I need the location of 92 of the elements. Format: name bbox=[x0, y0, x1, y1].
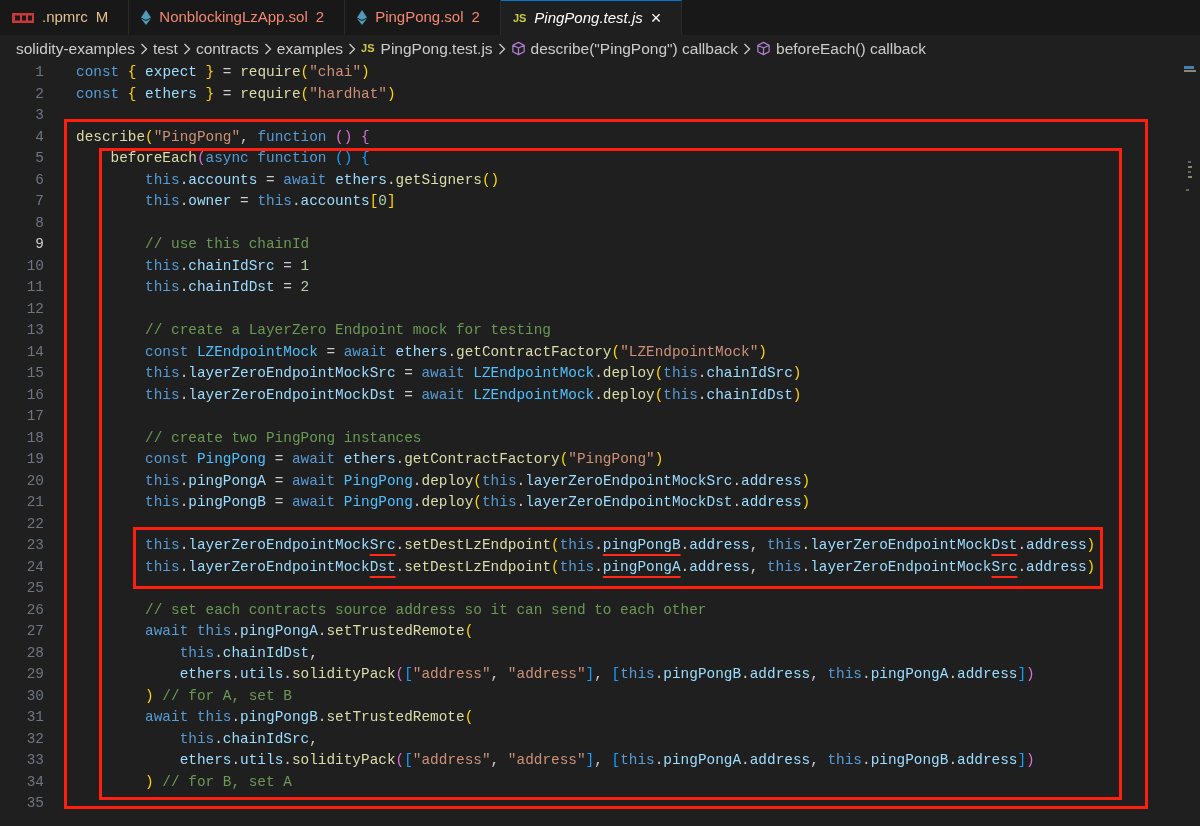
code-line: await this.pingPongA.setTrustedRemote( bbox=[144, 622, 474, 641]
line-number: 23 bbox=[25, 536, 44, 555]
line-number: 4 bbox=[34, 127, 44, 147]
code-line: // create two PingPong instances bbox=[144, 428, 422, 448]
code-line: const LZEndpointMock = await ethers.getContractFactory("LZEndpointMock") bbox=[144, 342, 767, 362]
chevron-right-icon bbox=[497, 42, 506, 55]
tab-label: NonblockingLzApp.sol bbox=[159, 7, 308, 28]
line-number: 28 bbox=[25, 643, 44, 663]
breadcrumb-item[interactable]: describe("PingPong") callback bbox=[530, 36, 739, 61]
line-number: 22 bbox=[25, 514, 44, 534]
line-number: 20 bbox=[25, 471, 44, 491]
line-number: 29 bbox=[25, 665, 44, 684]
line-number: 35 bbox=[25, 794, 44, 813]
tab-label: .npmrc bbox=[42, 7, 88, 28]
line-number: 13 bbox=[25, 321, 44, 340]
line-number: 33 bbox=[25, 751, 44, 770]
code-line: // set each contracts source address so it can send to each other bbox=[144, 600, 707, 620]
code-line: // create a LayerZero Endpoint mock for testing bbox=[144, 321, 551, 340]
code-line: this.accounts = await ethers.getSigners() bbox=[144, 170, 500, 190]
cube-icon bbox=[510, 41, 526, 56]
code-line: const PingPong = await ethers.getContractFactory("PingPong") bbox=[144, 450, 664, 469]
code-line: const { expect } = require("chai") bbox=[76, 63, 370, 82]
line-number: 17 bbox=[25, 407, 44, 426]
js-file-icon: JS bbox=[512, 9, 527, 27]
line-number: 10 bbox=[25, 256, 44, 276]
line-number: 12 bbox=[25, 299, 44, 319]
tab-label: PingPong.test.js bbox=[534, 7, 643, 28]
line-number: 16 bbox=[25, 385, 44, 405]
line-number: 6 bbox=[34, 170, 44, 190]
breadcrumb-item[interactable]: solidity-examples bbox=[16, 36, 135, 61]
line-number: 21 bbox=[25, 493, 44, 512]
line-number: 27 bbox=[25, 622, 44, 641]
code-line: this.layerZeroEndpointMockDst = await LZEndpointMock.deploy(this.chainIdDst) bbox=[144, 385, 802, 405]
code-line: this.layerZeroEndpointMockDst.setDestLzEndpoint(this.pingPongA.address, this.layerZeroEndpointMockSrc.address) bbox=[144, 557, 1096, 577]
code-line: const { ethers } = require("hardhat") bbox=[76, 84, 396, 104]
line-number: 24 bbox=[25, 557, 44, 577]
editor-tab[interactable]: JS PingPong.test.js × bbox=[500, 0, 683, 35]
code-line: this.owner = this.accounts[0] bbox=[144, 192, 396, 211]
code-line: this.chainIdSrc, bbox=[178, 729, 318, 749]
code-line: ethers.utils.solidityPack(["address", "address"], [this.pingPongA.address, this.pingPongB.address]) bbox=[178, 751, 1035, 770]
close-icon[interactable]: × bbox=[650, 9, 662, 27]
line-number: 26 bbox=[25, 600, 44, 620]
code-line: this.pingPongA = await PingPong.deploy(this.layerZeroEndpointMockSrc.address) bbox=[144, 471, 811, 491]
line-number: 3 bbox=[34, 106, 44, 125]
code-line: ) // for A, set B bbox=[144, 686, 292, 706]
line-number: 18 bbox=[25, 428, 44, 448]
chevron-right-icon bbox=[263, 42, 272, 55]
line-number: 25 bbox=[25, 579, 44, 598]
chevron-right-icon bbox=[743, 42, 752, 55]
breadcrumb-item[interactable]: PingPong.test.js bbox=[380, 36, 493, 61]
breadcrumb-item[interactable]: examples bbox=[276, 36, 344, 61]
diamond-icon bbox=[141, 10, 152, 25]
line-number: 11 bbox=[25, 278, 44, 297]
line-number: 32 bbox=[25, 729, 44, 749]
tab-status-text: M bbox=[95, 7, 109, 28]
code-line: beforeEach(async function () { bbox=[109, 149, 370, 168]
line-number: 2 bbox=[34, 84, 44, 104]
code-line: this.layerZeroEndpointMockSrc.setDestLzEndpoint(this.pingPongB.address, this.layerZeroEndpointMockDst.address) bbox=[144, 536, 1096, 555]
line-number: 30 bbox=[25, 686, 44, 706]
tab-label: PingPong.sol bbox=[375, 7, 464, 28]
code-line: this.pingPongB = await PingPong.deploy(this.layerZeroEndpointMockDst.address) bbox=[144, 493, 811, 512]
chevron-right-icon bbox=[182, 42, 191, 55]
line-number: 5 bbox=[34, 149, 44, 168]
code-line: ) // for B, set A bbox=[144, 772, 292, 792]
line-number: 14 bbox=[25, 342, 44, 362]
chevron-right-icon bbox=[348, 42, 357, 55]
cube-icon bbox=[756, 41, 772, 56]
line-number: 9 bbox=[34, 235, 44, 254]
package-icon bbox=[12, 12, 34, 23]
breadcrumb-item[interactable]: test bbox=[152, 36, 178, 61]
line-number: 8 bbox=[34, 213, 44, 233]
diamond-icon bbox=[357, 10, 368, 25]
tab-status-text: 2 bbox=[471, 7, 480, 28]
line-number: 1 bbox=[34, 63, 44, 82]
code-line: describe("PingPong", function () { bbox=[76, 127, 370, 147]
breadcrumb-item[interactable]: contracts bbox=[195, 36, 259, 61]
code-line: this.chainIdSrc = 1 bbox=[144, 256, 310, 276]
code-line: this.layerZeroEndpointMockSrc = await LZEndpointMock.deploy(this.chainIdSrc) bbox=[144, 364, 802, 383]
code-line: this.chainIdDst, bbox=[178, 643, 318, 663]
js-file-icon: JS bbox=[361, 40, 375, 57]
code-line: await this.pingPongB.setTrustedRemote( bbox=[144, 708, 474, 727]
line-number: 7 bbox=[34, 192, 44, 211]
chevron-right-icon bbox=[139, 42, 148, 55]
code-line: // use this chainId bbox=[144, 235, 310, 254]
line-number: 19 bbox=[25, 450, 44, 469]
code-line: ethers.utils.solidityPack(["address", "address"], [this.pingPongB.address, this.pingPongA.address]) bbox=[178, 665, 1035, 684]
breadcrumb-item[interactable]: beforeEach() callback bbox=[776, 36, 926, 61]
line-number: 34 bbox=[25, 772, 44, 792]
code-line: this.chainIdDst = 2 bbox=[144, 278, 310, 297]
line-number: 31 bbox=[25, 708, 44, 727]
line-number: 15 bbox=[25, 364, 44, 383]
tab-status-text: 2 bbox=[315, 7, 325, 28]
